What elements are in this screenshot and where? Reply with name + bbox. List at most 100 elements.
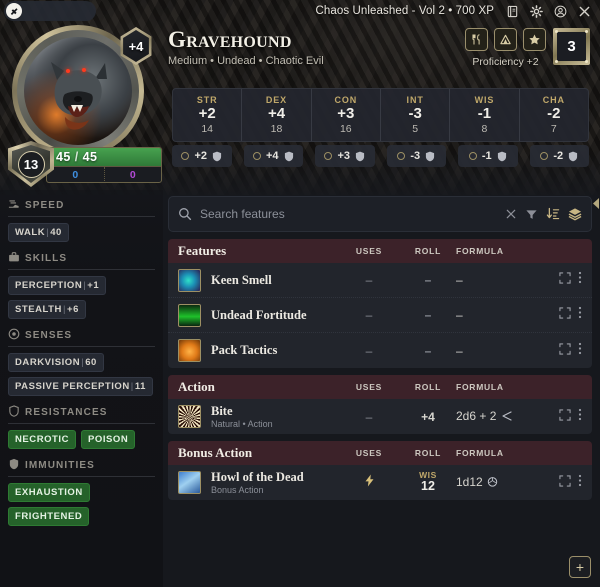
row-formula-cell[interactable]: –: [456, 273, 538, 287]
sidebar-tag-stealth[interactable]: STEALTH|+6: [8, 300, 86, 319]
row-uses: –: [365, 273, 373, 287]
row-save-dc[interactable]: WIS 12: [400, 471, 456, 493]
sidebar-tag-perception[interactable]: PERCEPTION|+1: [8, 276, 107, 295]
feature-sections: Features USES ROLL FORMULA Keen Smell – – – Unde…: [168, 239, 592, 500]
search-input[interactable]: [200, 207, 497, 221]
initiative-badge[interactable]: +4: [118, 27, 154, 65]
more-options-icon[interactable]: [578, 342, 582, 360]
level-badge[interactable]: 3: [553, 28, 590, 65]
star-icon[interactable]: [523, 28, 546, 51]
row-roll[interactable]: –: [400, 273, 456, 287]
feature-icon: [178, 471, 201, 494]
feature-icon: [178, 339, 201, 362]
expand-icon[interactable]: [559, 342, 571, 360]
temp-hp-value[interactable]: 0: [47, 167, 105, 182]
ability-score: 7: [550, 122, 557, 135]
ability-wis[interactable]: WIS -1 8: [450, 89, 520, 141]
more-options-icon[interactable]: [578, 474, 582, 492]
saving-throw-con[interactable]: +3: [315, 145, 375, 167]
search-icon: [178, 207, 192, 221]
section-header: Action USES ROLL FORMULA: [168, 375, 592, 399]
sort-descending-icon[interactable]: [546, 207, 560, 221]
layers-icon[interactable]: [568, 207, 582, 221]
saving-throw-int[interactable]: -3: [386, 145, 446, 167]
gear-icon[interactable]: [529, 4, 544, 19]
row-uses: –: [365, 343, 373, 358]
expand-icon[interactable]: [559, 474, 571, 492]
ability-label: INT: [406, 95, 424, 106]
row-formula-cell[interactable]: –: [456, 344, 538, 358]
ability-con[interactable]: CON +3 16: [312, 89, 381, 141]
saving-throw-cha[interactable]: -2: [529, 145, 589, 167]
sidebar-tag-poison[interactable]: POISON: [81, 430, 136, 449]
table-row[interactable]: Howl of the Dead Bonus Action WIS 12 1d12: [168, 465, 592, 500]
sidebar-tag-exhaustion[interactable]: EXHAUSTION: [8, 483, 90, 502]
more-options-icon[interactable]: [578, 408, 582, 426]
uses-charge-icon[interactable]: [364, 474, 375, 491]
row-roll[interactable]: –: [400, 308, 456, 322]
sidebar-section-senses: SENSES DARKVISION|60 PASSIVE PERCEPTION|11: [8, 328, 155, 396]
close-icon[interactable]: [577, 4, 592, 19]
sidebar-section-label: RESISTANCES: [25, 407, 108, 418]
feature-icon: [178, 268, 201, 292]
sidebar-tag-darkvision[interactable]: DARKVISION|60: [8, 353, 104, 372]
expand-icon[interactable]: [559, 271, 571, 289]
row-formula-cell[interactable]: –: [456, 308, 538, 322]
filter-icon[interactable]: [525, 208, 538, 221]
row-roll[interactable]: +4: [400, 410, 456, 424]
camp-icon[interactable]: [494, 28, 517, 51]
more-options-icon[interactable]: [578, 306, 582, 324]
saving-throw-wis[interactable]: -1: [458, 145, 518, 167]
row-roll[interactable]: –: [400, 344, 456, 358]
over-hp-value[interactable]: 0: [105, 167, 162, 182]
sidebar-tag-walk[interactable]: WALK|40: [8, 223, 69, 242]
sidebar-tag-frightened[interactable]: FRIGHTENED: [8, 507, 90, 526]
hp-separator: /: [74, 150, 79, 164]
armor-class-badge[interactable]: 13: [8, 141, 54, 187]
sidebar-tag-necrotic[interactable]: NECROTIC: [8, 430, 77, 449]
proficiency-dot-icon: [468, 152, 477, 160]
sidebar-collapse-toggle[interactable]: [592, 192, 600, 214]
tag-value: 11: [134, 381, 146, 392]
character-portrait[interactable]: +4: [12, 25, 152, 157]
ability-int[interactable]: INT -3 5: [381, 89, 451, 141]
table-row[interactable]: Undead Fortitude – – –: [168, 298, 592, 333]
tag-label: WALK: [15, 227, 46, 238]
title-bar: Chaos Unleashed - Vol 2 • 700 XP: [0, 0, 600, 22]
sidebar-section-label: SKILLS: [25, 253, 68, 264]
die-icon[interactable]: [487, 476, 498, 490]
feature-icon: [178, 303, 201, 327]
table-row[interactable]: Bite Natural • Action – +4 2d6 + 2: [168, 399, 592, 434]
ability-str[interactable]: STR +2 14: [173, 89, 243, 141]
tag-value: 60: [85, 357, 97, 368]
tag-label: DARKVISION: [15, 357, 81, 368]
sidebar-section-header: RESISTANCES: [8, 405, 155, 424]
ability-dex[interactable]: DEX +4 18: [242, 89, 312, 141]
ability-cha[interactable]: CHA -2 7: [520, 89, 588, 141]
character-sheet-window: Chaos Unleashed - Vol 2 • 700 XP +4 13 4…: [0, 0, 600, 587]
hit-points-bar[interactable]: 45 / 45: [47, 148, 161, 167]
more-options-icon[interactable]: [578, 271, 582, 289]
clear-search-icon[interactable]: [505, 208, 517, 220]
saving-throw-dex[interactable]: +4: [243, 145, 303, 167]
table-row[interactable]: Keen Smell – – –: [168, 263, 592, 298]
sidebar-tag-passive-perception[interactable]: PASSIVE PERCEPTION|11: [8, 377, 153, 396]
eye-icon: [8, 328, 20, 343]
hit-points-block[interactable]: 45 / 45 0 0: [46, 147, 162, 183]
expand-icon[interactable]: [559, 408, 571, 426]
section-title: Bonus Action: [178, 445, 253, 460]
account-icon[interactable]: [553, 4, 568, 19]
add-feature-button[interactable]: +: [569, 556, 591, 578]
ability-label: CHA: [542, 95, 565, 106]
ability-modifier: +3: [337, 105, 355, 123]
app-badge-icon: [6, 3, 22, 19]
row-subtitle: Bonus Action: [211, 485, 264, 496]
sidebar-section-header: IMMUNITIES: [8, 458, 155, 477]
row-formula-cell[interactable]: 1d12: [456, 475, 538, 490]
saving-throw-str[interactable]: +2: [172, 145, 232, 167]
row-formula-cell[interactable]: 2d6 + 2: [456, 409, 538, 424]
table-row[interactable]: Pack Tactics – – –: [168, 333, 592, 368]
expand-icon[interactable]: [559, 306, 571, 324]
book-icon[interactable]: [505, 4, 520, 19]
rest-icon[interactable]: [465, 28, 488, 51]
